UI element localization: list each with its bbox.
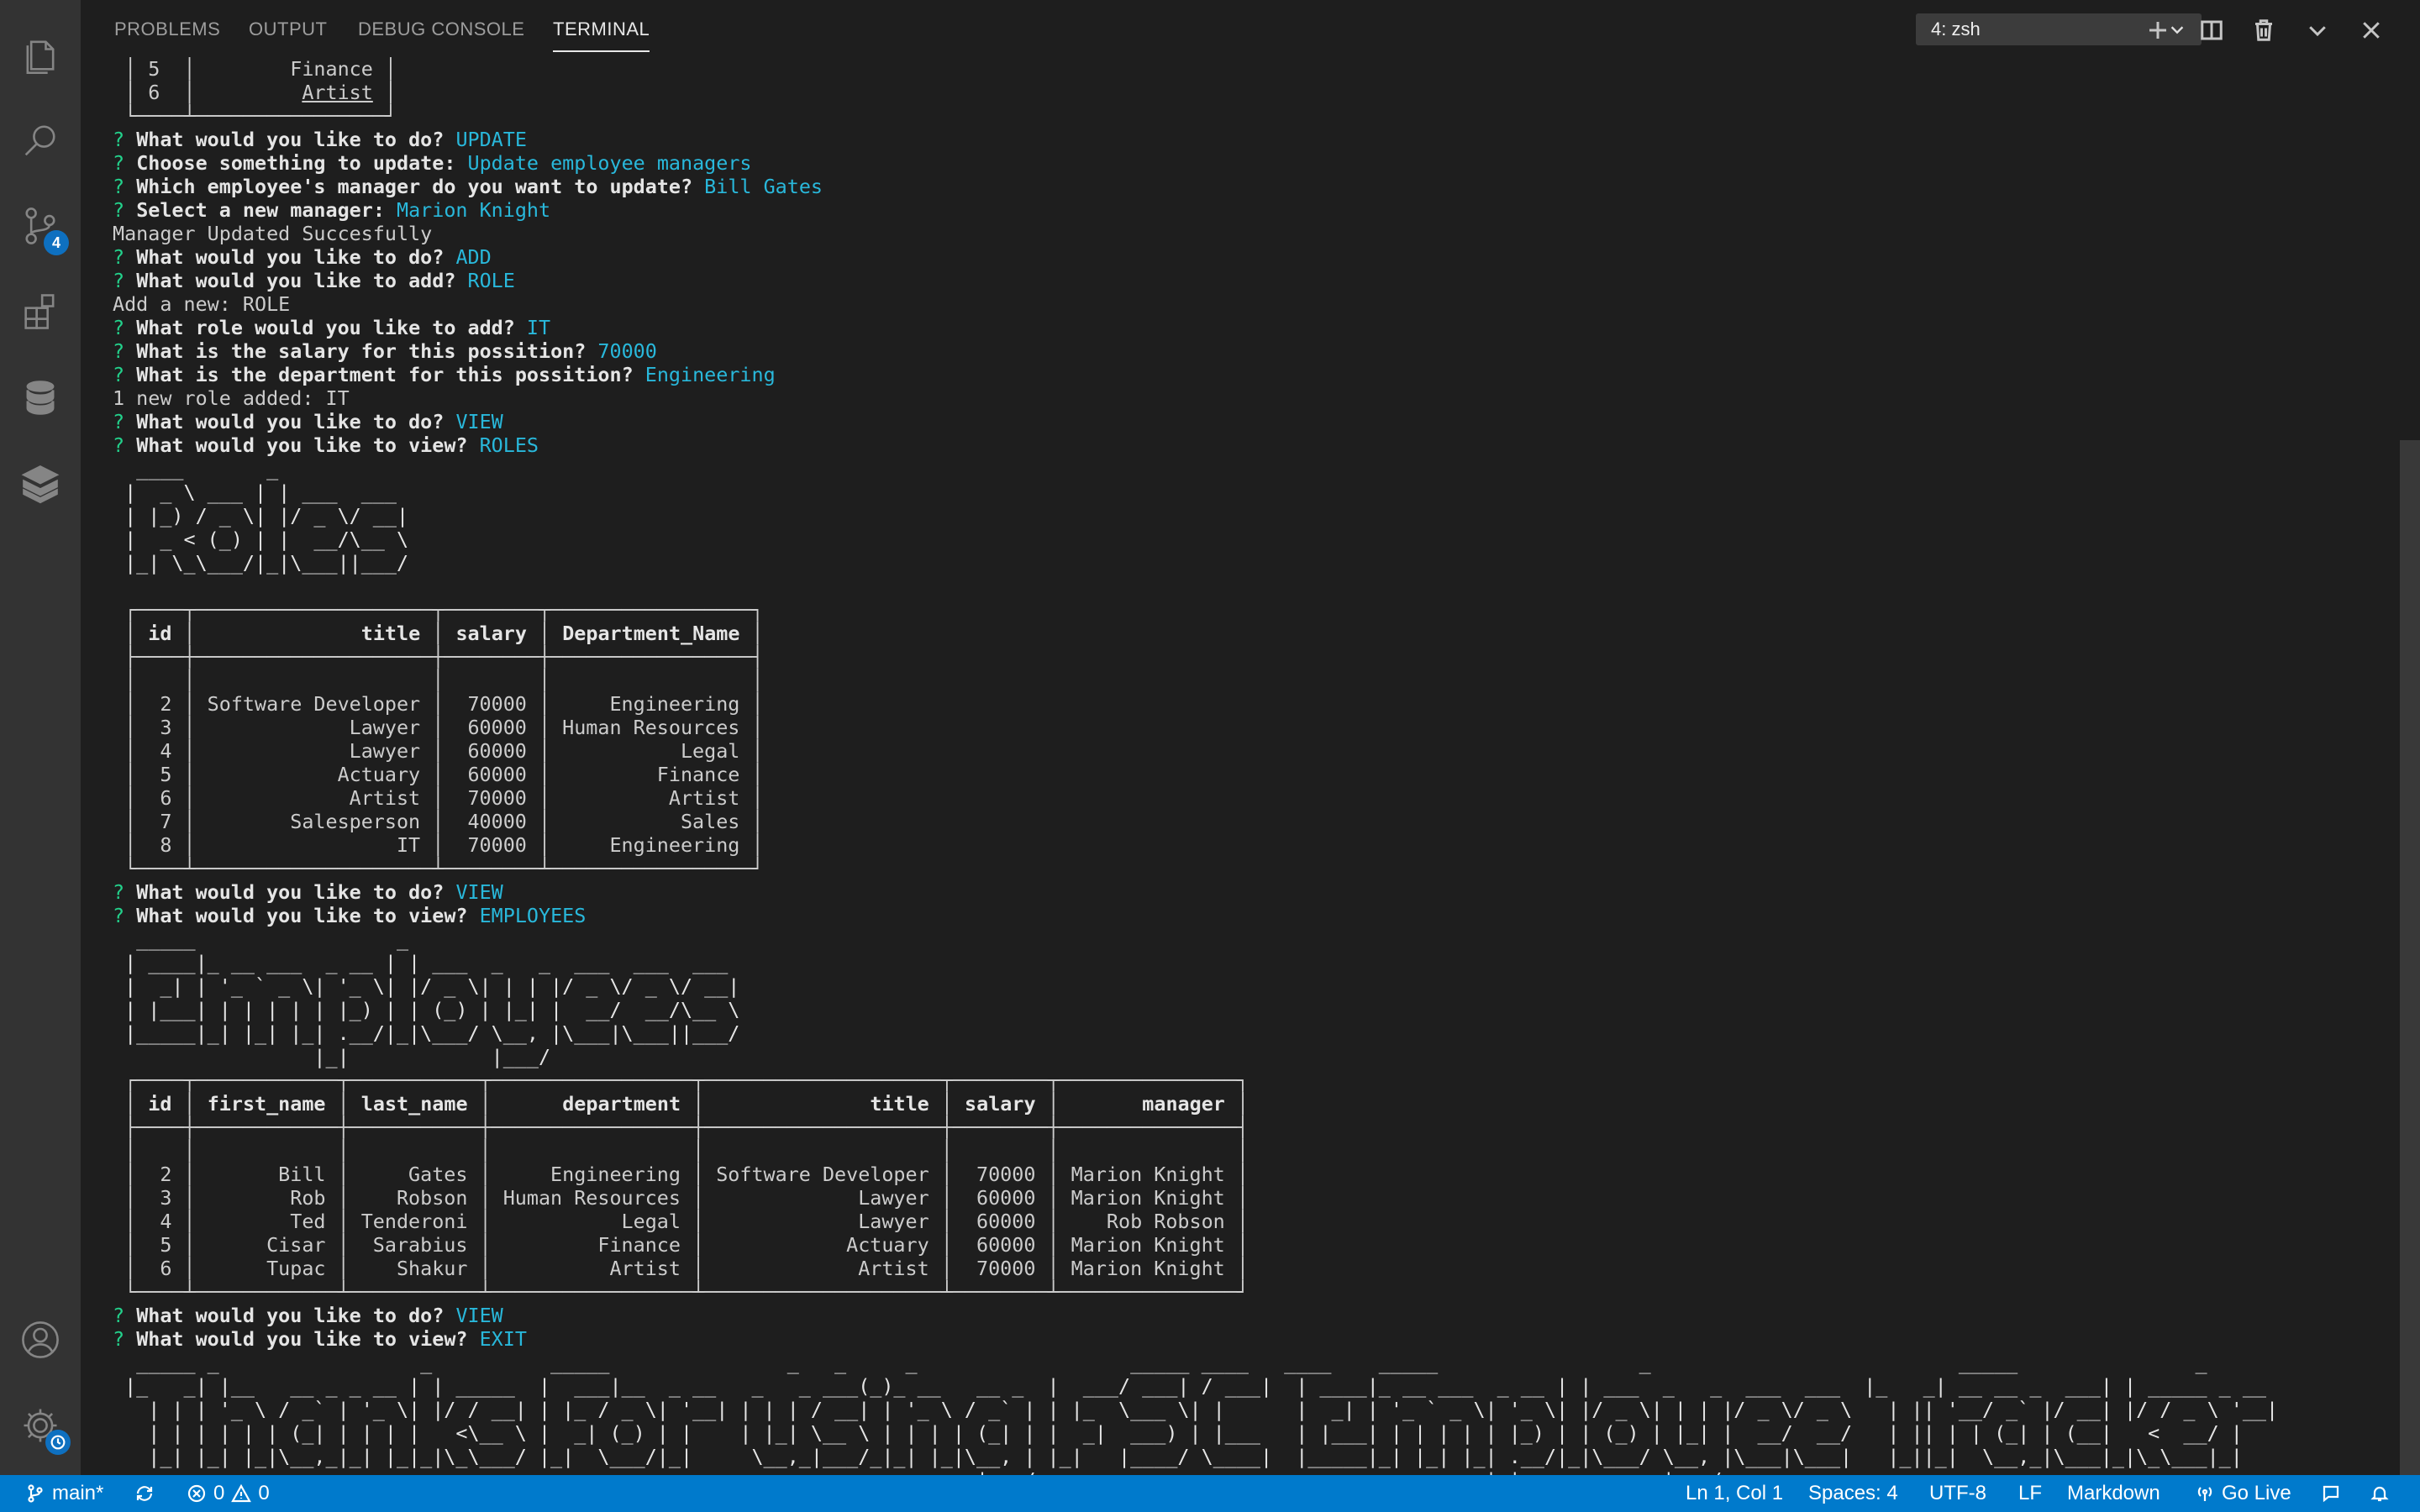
go-live-button[interactable]: Go Live (2195, 1475, 2291, 1512)
search-button[interactable] (0, 97, 81, 183)
manage-button[interactable] (0, 1383, 81, 1468)
split-terminal-button[interactable] (2193, 12, 2230, 49)
source-control-button[interactable]: 4 (0, 183, 81, 269)
terminal[interactable]: │ 5 │ Finance │ │ 6 │ Artist │ └────┴───… (81, 54, 2400, 1475)
tab-terminal[interactable]: TERMINAL (553, 18, 650, 52)
git-branch-icon (28, 1484, 43, 1503)
chevron-down-icon (2309, 26, 2326, 37)
error-icon (187, 1484, 206, 1503)
accounts-button[interactable] (0, 1297, 81, 1383)
sync-button[interactable] (134, 1475, 155, 1512)
problems-indicator[interactable]: 0 0 (187, 1475, 270, 1512)
layers-button[interactable] (0, 440, 81, 526)
clock-icon (50, 1435, 66, 1450)
search-icon (24, 125, 55, 156)
branch-name: main* (52, 1482, 104, 1504)
sync-icon (136, 1486, 153, 1501)
trash-icon (2255, 19, 2272, 41)
error-count: 0 (213, 1482, 225, 1504)
language-mode[interactable]: Markdown (2067, 1475, 2160, 1512)
terminal-scrollbar[interactable] (2400, 440, 2420, 1475)
indentation[interactable]: Spaces: 4 (1808, 1475, 1898, 1512)
layers-icon (21, 465, 60, 504)
database-button[interactable] (0, 354, 81, 440)
account-icon (22, 1321, 59, 1358)
extensions-icon (24, 294, 55, 329)
tab-output[interactable]: OUTPUT (249, 18, 327, 52)
update-badge (45, 1430, 71, 1455)
panel-header: PROBLEMS OUTPUT DEBUG CONSOLE TERMINAL 4… (81, 0, 2420, 60)
close-icon (2363, 22, 2380, 39)
cursor-position[interactable]: Ln 1, Col 1 (1686, 1475, 1783, 1512)
tab-debug-console[interactable]: DEBUG CONSOLE (358, 18, 524, 52)
source-control-badge: 4 (44, 230, 69, 255)
bell-icon (2370, 1486, 2389, 1502)
feedback-button[interactable] (2321, 1475, 2341, 1512)
plus-icon (2149, 22, 2166, 39)
terminal-output: │ 5 │ Finance │ │ 6 │ Artist │ └────┴───… (113, 57, 2278, 1475)
files-icon (26, 40, 55, 74)
terminal-selector-value: 4: zsh (1931, 18, 1981, 39)
feedback-icon (2323, 1485, 2339, 1503)
tab-problems[interactable]: PROBLEMS (114, 18, 220, 52)
explorer-button[interactable] (0, 12, 81, 97)
branch-indicator[interactable]: main* (25, 1475, 103, 1512)
encoding[interactable]: UTF-8 (1929, 1475, 1986, 1512)
extensions-button[interactable] (0, 269, 81, 354)
warning-icon (231, 1483, 252, 1503)
kill-terminal-button[interactable] (2245, 12, 2282, 49)
close-panel-button[interactable] (2353, 12, 2390, 49)
activity-bar: 4 (0, 0, 81, 1475)
status-bar: main* 0 0 Ln 1, Col 1 Spaces: 4 UTF-8 LF… (0, 1475, 2420, 1512)
warning-count: 0 (258, 1482, 270, 1504)
end-of-line[interactable]: LF (2018, 1475, 2042, 1512)
maximize-panel-button[interactable] (2299, 12, 2336, 49)
database-icon (26, 381, 55, 415)
go-live-label: Go Live (2222, 1482, 2291, 1504)
new-terminal-button[interactable] (2139, 12, 2176, 49)
broadcast-icon (2197, 1487, 2212, 1501)
notifications-button[interactable] (2370, 1475, 2390, 1512)
split-icon (2201, 20, 2223, 40)
